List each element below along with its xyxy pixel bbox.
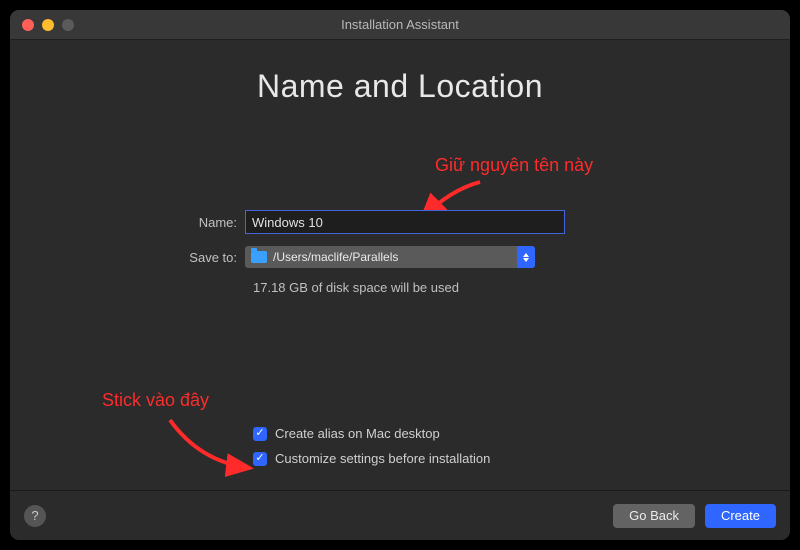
name-label: Name: <box>170 215 245 230</box>
window-title: Installation Assistant <box>10 17 790 32</box>
page-title: Name and Location <box>10 68 790 105</box>
annotation-stick-here: Stick vào đây <box>102 390 209 411</box>
create-button[interactable]: Create <box>705 504 776 528</box>
go-back-button[interactable]: Go Back <box>613 504 695 528</box>
create-alias-label: Create alias on Mac desktop <box>275 426 440 441</box>
help-button[interactable]: ? <box>24 505 46 527</box>
name-row: Name: <box>170 210 650 234</box>
saveto-label: Save to: <box>170 250 245 265</box>
form-area: Name: Save to: /Users/maclife/Parallels <box>170 210 650 295</box>
create-alias-checkbox[interactable]: ✓ <box>253 427 267 441</box>
customize-settings-checkbox[interactable]: ✓ <box>253 452 267 466</box>
customize-settings-label: Customize settings before installation <box>275 451 490 466</box>
checkbox-area: ✓ Create alias on Mac desktop ✓ Customiz… <box>253 426 490 476</box>
saveto-dropdown[interactable]: /Users/maclife/Parallels <box>245 246 535 268</box>
disk-space-info: 17.18 GB of disk space will be used <box>253 280 650 295</box>
check-icon: ✓ <box>255 428 264 439</box>
footer: ? Go Back Create <box>10 490 790 540</box>
saveto-row: Save to: /Users/maclife/Parallels <box>170 246 650 268</box>
check-icon: ✓ <box>255 453 264 464</box>
saveto-input-col: /Users/maclife/Parallels <box>245 246 650 268</box>
create-alias-checkbox-row[interactable]: ✓ Create alias on Mac desktop <box>253 426 490 441</box>
folder-icon <box>251 251 267 263</box>
saveto-path: /Users/maclife/Parallels <box>273 250 529 264</box>
dropdown-stepper-icon <box>517 246 535 268</box>
name-input-col <box>245 210 650 234</box>
content-area: Name and Location Giữ nguyên tên này Nam… <box>10 40 790 540</box>
name-input[interactable] <box>245 210 565 234</box>
installation-assistant-window: Installation Assistant Name and Location… <box>10 10 790 540</box>
annotation-keep-name: Giữ nguyên tên này <box>435 155 593 176</box>
customize-settings-checkbox-row[interactable]: ✓ Customize settings before installation <box>253 451 490 466</box>
titlebar: Installation Assistant <box>10 10 790 40</box>
